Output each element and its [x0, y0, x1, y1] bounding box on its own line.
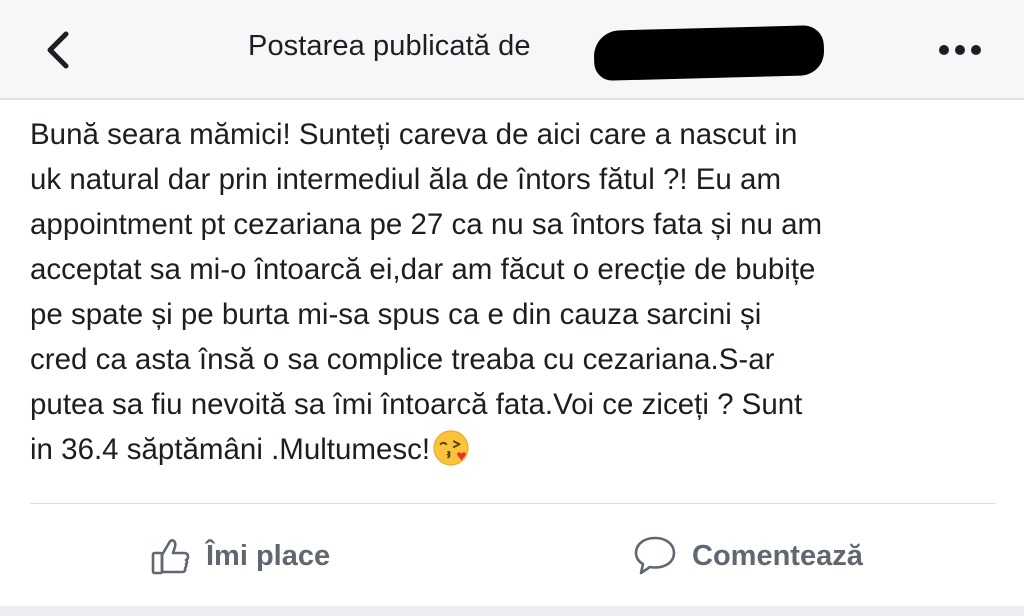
- divider: [30, 503, 996, 504]
- more-options-button[interactable]: [928, 32, 992, 68]
- back-button[interactable]: [36, 28, 80, 72]
- comment-label: Comentează: [692, 539, 863, 572]
- more-horizontal-icon: [939, 45, 949, 55]
- top-bar: Postarea publicată de: [0, 0, 1024, 100]
- chevron-left-icon: [47, 31, 69, 69]
- thumbs-up-icon: [151, 539, 190, 575]
- bottom-separator: [0, 606, 1024, 616]
- comment-button[interactable]: Comentează: [632, 528, 863, 584]
- speech-bubble-icon: [634, 536, 676, 575]
- post-text: Bună seara mămici! Sunteți careva de aic…: [30, 118, 823, 466]
- post-text-container: Bună seara mămici! Sunteți careva de aic…: [30, 112, 1000, 472]
- face-throwing-kiss-emoji: [433, 430, 469, 466]
- more-dot: [955, 45, 965, 55]
- like-button[interactable]: Îmi place: [150, 528, 330, 584]
- redaction-mark: [593, 24, 825, 82]
- like-label: Îmi place: [206, 539, 331, 572]
- more-dot: [971, 45, 981, 55]
- page-title: Postarea publicată de: [248, 30, 531, 62]
